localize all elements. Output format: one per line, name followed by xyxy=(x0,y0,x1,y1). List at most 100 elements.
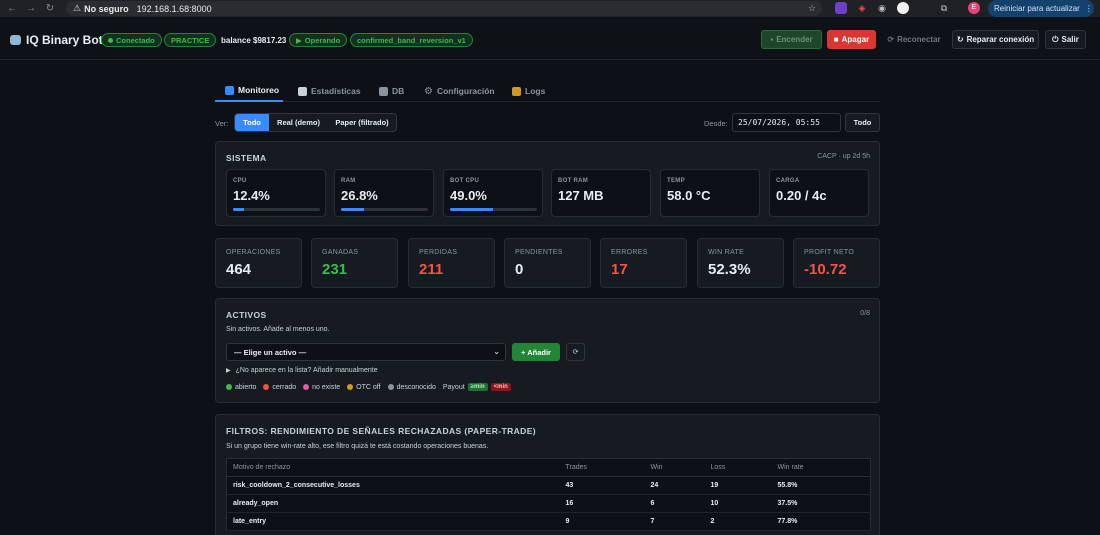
metric-temp: TEMP 58.0 °C xyxy=(660,169,760,217)
more-menu-icon[interactable]: ⋮ xyxy=(1085,4,1093,13)
red-dot-icon xyxy=(263,384,270,390)
system-panel: SISTEMA CACP · up 2d 5h CPU 12.4% RAM 26… xyxy=(215,141,880,226)
repair-connection-button[interactable]: ↻ Reparar conexión xyxy=(952,30,1039,49)
view-option-all[interactable]: Todo xyxy=(235,114,269,131)
restart-update-button[interactable]: Reiniciar para actualizar ⋮ xyxy=(988,0,1094,17)
pink-dot-icon xyxy=(303,384,310,390)
main-tabs: Monitoreo Estadísticas DB ⚙ Configuració… xyxy=(215,80,880,102)
app-header: IQ Binary Bot Conectado PRACTICE balance… xyxy=(0,19,1100,60)
table-row: already_open 16 6 10 37.5% xyxy=(226,494,871,513)
connection-badge: Conectado xyxy=(101,33,162,47)
system-meta: CACP · up 2d 5h xyxy=(817,153,870,160)
extension-icon[interactable] xyxy=(835,2,847,14)
view-option-real[interactable]: Real (demo) xyxy=(269,114,328,131)
metric-cpu: CPU 12.4% xyxy=(226,169,326,217)
rejected-subtitle: Si un grupo tiene win-rate alto, ese fil… xyxy=(226,443,489,450)
url-text: 192.168.1.68:8000 xyxy=(136,3,212,14)
robot-icon xyxy=(10,35,21,45)
tab-estadisticas[interactable]: Estadísticas xyxy=(298,80,361,102)
view-label: Ver: xyxy=(215,119,229,128)
reconnect-button[interactable]: ⟳ Reconectar xyxy=(881,30,947,49)
stat-pending: PENDIENTES 0 xyxy=(504,238,591,288)
tab-logs[interactable]: Logs xyxy=(512,80,545,102)
legend-not-exist: no existe xyxy=(303,384,340,391)
tab-monitoreo[interactable]: Monitoreo xyxy=(215,80,283,102)
bookmark-star-icon[interactable]: ☆ xyxy=(806,2,818,14)
view-option-paper[interactable]: Paper (filtrado) xyxy=(328,114,396,131)
stat-errors: ERRORES 17 xyxy=(600,238,687,288)
reconnect-icon: ⟳ xyxy=(887,35,895,44)
view-segmented-control: Todo Real (demo) Paper (filtrado) xyxy=(234,113,397,132)
profile-avatar[interactable]: E xyxy=(968,2,980,14)
reset-date-button[interactable]: Todo xyxy=(845,113,880,132)
reload-icon[interactable]: ↻ xyxy=(43,3,57,14)
metric-bot-cpu: BOT CPU 49.0% xyxy=(443,169,543,217)
logout-button[interactable]: ⏻ Salir xyxy=(1045,30,1086,49)
assets-count: 0/8 xyxy=(860,310,870,317)
address-bar[interactable]: ⚠ No seguro 192.168.1.68:8000 xyxy=(66,1,822,16)
table-header-row: Motivo de rechazo Trades Win Loss Win ra… xyxy=(226,458,871,477)
assets-empty-text: Sin activos. Añade al menos uno. xyxy=(226,326,330,333)
gray-dot-icon xyxy=(387,384,394,390)
rejected-title: FILTROS: RENDIMIENTO DE SEÑALES RECHAZAD… xyxy=(226,426,536,436)
since-datetime-input[interactable]: 25/07/2026, 05:55 xyxy=(732,113,841,132)
power-on-icon: ▪ xyxy=(770,35,774,44)
asset-select[interactable]: — Elige un activo — ⌄ xyxy=(226,343,506,361)
repair-icon: ↻ xyxy=(956,35,964,44)
manual-add-toggle[interactable]: ▶ ¿No aparece en la lista? Añadir manual… xyxy=(226,367,378,374)
brand-title: IQ Binary Bot xyxy=(26,33,103,47)
stat-win-rate: WIN RATE 52.3% xyxy=(697,238,784,288)
restart-label: Reiniciar para actualizar xyxy=(994,4,1080,13)
brand: IQ Binary Bot xyxy=(10,33,103,47)
col-trades: Trades xyxy=(559,458,645,477)
ram-progress-bar xyxy=(341,208,428,211)
gear-icon: ⚙ xyxy=(424,85,433,97)
legend-open: abierto xyxy=(226,384,256,391)
legend-closed: cerrado xyxy=(263,384,296,391)
extension-badge-icon[interactable] xyxy=(897,2,909,14)
security-label: No seguro xyxy=(84,3,129,14)
trend-chart-icon xyxy=(298,86,307,96)
operating-label: Operando xyxy=(304,35,341,45)
stat-won: GANADAS 231 xyxy=(311,238,398,288)
scroll-icon xyxy=(512,86,521,96)
extensions-puzzle-icon[interactable]: ⧉ xyxy=(938,2,950,14)
forward-icon[interactable]: → xyxy=(24,3,38,14)
triangle-right-icon: ▶ xyxy=(226,368,231,374)
extension-globe-icon[interactable]: ◉ xyxy=(876,2,888,14)
legend-unknown: desconocido xyxy=(387,384,436,391)
tab-configuracion[interactable]: ⚙ Configuración xyxy=(424,80,495,102)
logout-icon: ⏻ xyxy=(1052,34,1059,44)
cpu-progress-bar xyxy=(233,208,320,211)
metric-ram: RAM 26.8% xyxy=(334,169,434,217)
add-asset-button[interactable]: + Añadir xyxy=(512,343,560,361)
chevron-down-icon: ⌄ xyxy=(493,347,500,356)
rejected-signals-panel: FILTROS: RENDIMIENTO DE SEÑALES RECHAZAD… xyxy=(215,414,880,535)
table-row: risk_cooldown_2_consecutive_losses 43 24… xyxy=(226,476,871,495)
stat-operations: OPERACIONES 464 xyxy=(215,238,302,288)
assets-title: ACTIVOS xyxy=(226,310,267,320)
power-off-button[interactable]: ■ Apagar xyxy=(827,30,876,49)
col-win-rate: Win rate xyxy=(771,458,871,477)
payout-min-tag: ≥min xyxy=(467,383,488,391)
warning-icon: ⚠ xyxy=(73,3,82,13)
refresh-assets-button[interactable]: ⟳ xyxy=(566,343,585,361)
operating-badge: ▶ Operando xyxy=(289,33,348,47)
payout-below-tag: <min xyxy=(490,383,511,391)
back-icon[interactable]: ← xyxy=(5,3,19,14)
system-title: SISTEMA xyxy=(226,153,267,163)
stat-lost: PERDIDAS 211 xyxy=(408,238,495,288)
metric-bot-ram: BOT RAM 127 MB xyxy=(551,169,651,217)
extension-shield-icon[interactable]: ◈ xyxy=(856,2,868,14)
yellow-dot-icon xyxy=(347,384,354,390)
power-on-button[interactable]: ▪ Encender xyxy=(761,30,822,49)
assets-panel: ACTIVOS 0/8 Sin activos. Añade al menos … xyxy=(215,298,880,403)
bot-cpu-progress-bar xyxy=(450,208,537,211)
metric-load: CARGA 0.20 / 4c xyxy=(769,169,869,217)
col-win: Win xyxy=(644,458,705,477)
since-label: Desde: xyxy=(704,119,728,128)
green-dot-icon xyxy=(226,384,232,390)
refresh-icon: ⟳ xyxy=(572,349,579,356)
col-loss: Loss xyxy=(704,458,772,477)
tab-db[interactable]: DB xyxy=(379,80,404,102)
